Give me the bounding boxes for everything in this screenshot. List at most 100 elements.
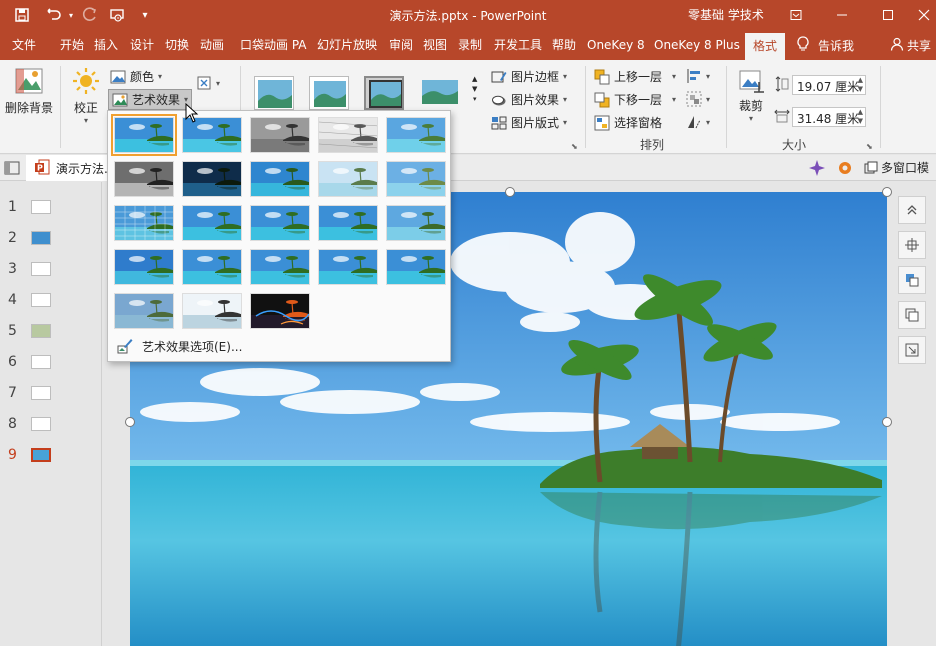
bring-forward-button[interactable]: 上移一层 ▾ bbox=[594, 68, 676, 85]
expand-icon[interactable] bbox=[898, 336, 926, 364]
multiwindow-button[interactable]: 多窗口模 bbox=[864, 159, 929, 176]
artistic-effects-button[interactable]: 艺术效果 ▾ bbox=[108, 89, 193, 110]
slide-thumbnail[interactable]: 4 bbox=[0, 290, 100, 310]
tab-home[interactable]: 开始 bbox=[58, 31, 86, 60]
remove-background-button[interactable]: 删除背景 bbox=[4, 66, 54, 116]
save-icon[interactable] bbox=[10, 5, 34, 25]
minimize-icon[interactable] bbox=[830, 4, 854, 26]
artistic-effect-6[interactable] bbox=[114, 161, 174, 197]
slide-thumbnail[interactable]: 8 bbox=[0, 414, 100, 434]
panel-toggle-icon[interactable] bbox=[4, 160, 20, 179]
picture-styles-launcher-icon[interactable]: ⬊ bbox=[571, 142, 578, 151]
picture-style-1[interactable] bbox=[254, 76, 294, 110]
color-button[interactable]: 颜色 ▾ bbox=[110, 68, 162, 85]
tab-review[interactable]: 审阅 bbox=[387, 31, 415, 60]
user-name[interactable]: 零基础 学技术 bbox=[688, 6, 764, 23]
artistic-effect-3[interactable] bbox=[250, 117, 310, 153]
artistic-effect-19[interactable] bbox=[318, 249, 378, 285]
artistic-effect-8[interactable] bbox=[250, 161, 310, 197]
undo-icon[interactable] bbox=[42, 5, 66, 25]
artistic-effect-4[interactable] bbox=[318, 117, 378, 153]
align-button[interactable]: ▾ bbox=[686, 68, 710, 84]
tab-slideshow[interactable]: 幻灯片放映 bbox=[315, 31, 379, 60]
tell-me-box[interactable]: 告诉我 bbox=[796, 31, 854, 60]
chevron-down-icon[interactable]: ▼ bbox=[472, 84, 477, 94]
picture-border-button[interactable]: 图片边框 ▾ bbox=[491, 68, 567, 85]
styles-gallery-scroll[interactable]: ▲ ▼ ▾ bbox=[472, 74, 477, 104]
collapse-up-icon[interactable] bbox=[898, 196, 926, 224]
tab-transitions[interactable]: 切换 bbox=[163, 31, 191, 60]
send-backward-button[interactable]: 下移一层 ▾ bbox=[594, 91, 676, 108]
artistic-effect-18[interactable] bbox=[250, 249, 310, 285]
artistic-effect-22[interactable] bbox=[182, 293, 242, 329]
slide-thumbnail[interactable]: 5 bbox=[0, 321, 100, 341]
tab-insert[interactable]: 插入 bbox=[92, 31, 120, 60]
tab-format[interactable]: 格式 bbox=[745, 33, 786, 60]
slide-thumbnail[interactable]: 3 bbox=[0, 259, 100, 279]
width-input[interactable]: 31.48 厘米 ▲ ▼ bbox=[792, 107, 866, 127]
artistic-effect-9[interactable] bbox=[318, 161, 378, 197]
picture-effects-button[interactable]: 图片效果 ▾ bbox=[491, 91, 567, 108]
artistic-effect-21[interactable] bbox=[114, 293, 174, 329]
chevron-up-icon[interactable]: ▲ bbox=[472, 74, 477, 84]
slide-thumbnail-active[interactable]: 9 bbox=[0, 445, 100, 465]
picture-style-2[interactable] bbox=[309, 76, 349, 110]
slide-thumbnail[interactable]: 7 bbox=[0, 383, 100, 403]
artistic-effect-12[interactable] bbox=[182, 205, 242, 241]
artistic-effect-20[interactable] bbox=[386, 249, 446, 285]
artistic-effect-10[interactable] bbox=[386, 161, 446, 197]
tab-pocket-animation[interactable]: 口袋动画 PA bbox=[238, 31, 309, 60]
tab-onekey8[interactable]: OneKey 8 bbox=[585, 31, 647, 60]
artistic-effect-16[interactable] bbox=[114, 249, 174, 285]
slide-thumbnail[interactable]: 6 bbox=[0, 352, 100, 372]
selection-pane-button[interactable]: 选择窗格 bbox=[594, 114, 662, 131]
tab-onekey8-plus[interactable]: OneKey 8 Plus bbox=[652, 31, 742, 60]
ribbon-display-options-icon[interactable] bbox=[784, 4, 808, 26]
picture-style-4[interactable] bbox=[420, 76, 460, 110]
share-button[interactable]: 共享 bbox=[890, 31, 931, 60]
artistic-effect-11[interactable] bbox=[114, 205, 174, 241]
slide-thumbnail[interactable]: 1 bbox=[0, 197, 100, 217]
customize-toolbar-icon[interactable]: ▾ bbox=[138, 5, 152, 25]
maximize-icon[interactable] bbox=[876, 4, 900, 26]
artistic-effect-14[interactable] bbox=[318, 205, 378, 241]
resize-handle-right[interactable] bbox=[882, 417, 892, 427]
tab-developer[interactable]: 开发工具 bbox=[492, 31, 544, 60]
resize-handle-left[interactable] bbox=[125, 417, 135, 427]
artistic-effect-5[interactable] bbox=[386, 117, 446, 153]
artistic-effects-options[interactable]: 艺术效果选项(E)... bbox=[116, 337, 242, 355]
tab-animations[interactable]: 动画 bbox=[198, 31, 226, 60]
resize-handle-top[interactable] bbox=[505, 187, 515, 197]
picture-layout-button[interactable]: 图片版式 ▾ bbox=[491, 114, 567, 131]
copy-format-icon[interactable] bbox=[898, 301, 926, 329]
height-input[interactable]: 19.07 厘米 ▲ ▼ bbox=[792, 75, 866, 95]
close-icon[interactable] bbox=[912, 4, 936, 26]
tab-file[interactable]: 文件 bbox=[10, 31, 38, 60]
resize-handle-top-right[interactable] bbox=[882, 187, 892, 197]
undo-dropdown-icon[interactable]: ▾ bbox=[64, 5, 78, 25]
height-spinner[interactable]: ▲ ▼ bbox=[858, 76, 863, 94]
gallery-more-icon[interactable]: ▾ bbox=[473, 94, 477, 104]
redo-icon[interactable] bbox=[80, 5, 100, 25]
artistic-effect-15[interactable] bbox=[386, 205, 446, 241]
compress-pictures-button[interactable]: ▾ bbox=[196, 75, 220, 91]
artistic-effect-17[interactable] bbox=[182, 249, 242, 285]
artistic-effect-1[interactable] bbox=[111, 114, 177, 156]
present-from-start-icon[interactable] bbox=[106, 5, 128, 25]
picture-style-3[interactable] bbox=[364, 76, 404, 110]
artistic-effect-7[interactable] bbox=[182, 161, 242, 197]
tab-record[interactable]: 录制 bbox=[456, 31, 484, 60]
width-spinner[interactable]: ▲ ▼ bbox=[858, 108, 863, 126]
rotate-button[interactable]: ▾ bbox=[686, 114, 710, 130]
tab-view[interactable]: 视图 bbox=[421, 31, 449, 60]
magic-wand-icon[interactable] bbox=[808, 159, 826, 180]
group-button[interactable]: ▾ bbox=[686, 91, 710, 107]
layers-icon[interactable] bbox=[898, 266, 926, 294]
crop-button[interactable]: 裁剪 ▾ bbox=[734, 68, 768, 123]
artistic-effect-23[interactable] bbox=[250, 293, 310, 329]
slide-thumbnail[interactable]: 2 bbox=[0, 228, 100, 248]
settings-gear-icon[interactable] bbox=[836, 159, 854, 180]
size-launcher-icon[interactable]: ⬊ bbox=[866, 142, 873, 151]
tab-help[interactable]: 帮助 bbox=[550, 31, 578, 60]
corrections-button[interactable]: 校正 ▾ bbox=[66, 66, 106, 125]
